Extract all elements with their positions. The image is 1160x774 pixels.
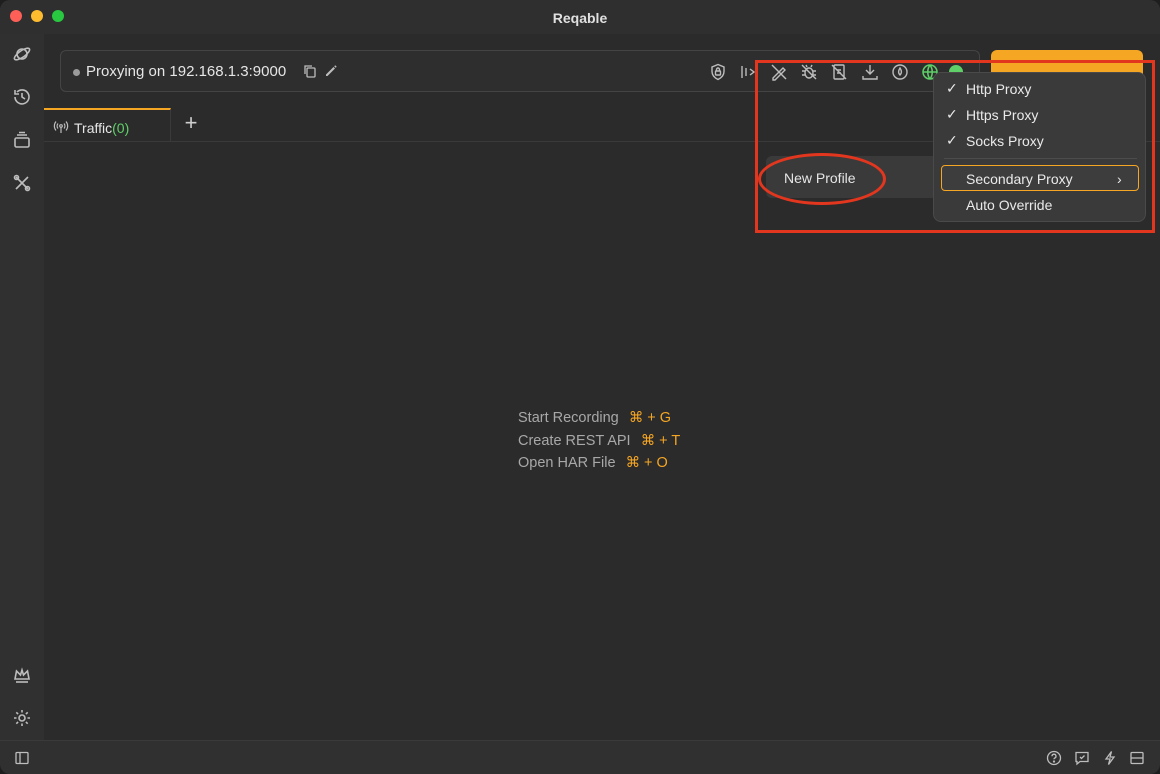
lightning-icon <box>1104 751 1116 765</box>
hint-shortcut: ⌘ + G <box>628 410 672 426</box>
annotation-rectangle <box>755 60 1155 233</box>
toggle-sidebar-button[interactable] <box>13 749 31 767</box>
add-tab-button[interactable]: + <box>180 112 202 134</box>
history-icon <box>14 89 30 105</box>
tab-traffic-title: Traffic <box>74 120 113 136</box>
sidebar-item-capture[interactable] <box>11 43 33 65</box>
title-bar: Reqable <box>0 0 1160 34</box>
hint-label: Start Recording <box>518 410 619 426</box>
sidebar-item-collections[interactable] <box>11 129 33 151</box>
tab-traffic-count: (0) <box>112 120 130 136</box>
hint-shortcut: ⌘ + T <box>640 432 681 449</box>
status-bar <box>0 740 1160 774</box>
proxy-status-text: Proxying on 192.168.1.3:9000 <box>86 63 287 80</box>
hint-start-recording: Start Recording ⌘ + G <box>518 410 680 433</box>
app-window: Reqable Proxying on 192.168.1.3:9000 Tra… <box>0 0 1160 774</box>
broadcast-icon <box>53 120 69 139</box>
hint-open-har-file: Open HAR File ⌘ + O <box>518 455 680 478</box>
left-sidebar <box>0 34 44 740</box>
copy-icon <box>304 65 316 78</box>
copy-address-button[interactable] <box>303 64 317 83</box>
tools-icon <box>13 174 31 192</box>
sidebar-icon <box>15 751 29 765</box>
quick-action-button[interactable] <box>1101 749 1119 767</box>
feedback-button[interactable] <box>1073 749 1091 767</box>
tab-traffic-label: Traffic(0) <box>74 120 129 136</box>
sidebar-item-tools[interactable] <box>11 172 33 194</box>
layout-toggle-button[interactable] <box>1128 749 1146 767</box>
shortcut-hints: Start Recording ⌘ + G Create REST API ⌘ + … <box>518 410 680 478</box>
planet-icon <box>13 47 31 61</box>
tab-traffic[interactable]: Traffic(0) <box>44 108 171 142</box>
window-title: Reqable <box>552 10 608 26</box>
help-icon <box>1046 750 1062 766</box>
help-button[interactable] <box>1045 749 1063 767</box>
shield-lock-icon <box>711 63 725 81</box>
crown-icon <box>14 667 30 683</box>
gear-icon <box>14 710 30 726</box>
layers-icon <box>14 131 30 148</box>
pencil-icon <box>326 65 337 76</box>
sidebar-item-settings[interactable] <box>11 707 33 729</box>
split-layout-icon <box>1130 751 1144 765</box>
hint-create-rest-api: Create REST API ⌘ + T <box>518 433 680 456</box>
hint-label: Create REST API <box>518 432 631 449</box>
sidebar-item-history[interactable] <box>11 86 33 108</box>
hint-label: Open HAR File <box>518 455 616 471</box>
edit-address-button[interactable] <box>324 64 338 83</box>
status-dot <box>73 69 80 76</box>
hint-shortcut: ⌘ + O <box>625 455 668 471</box>
ssl-proxy-button[interactable] <box>708 62 728 82</box>
sidebar-item-premium[interactable] <box>11 664 33 686</box>
feedback-icon <box>1075 751 1089 766</box>
